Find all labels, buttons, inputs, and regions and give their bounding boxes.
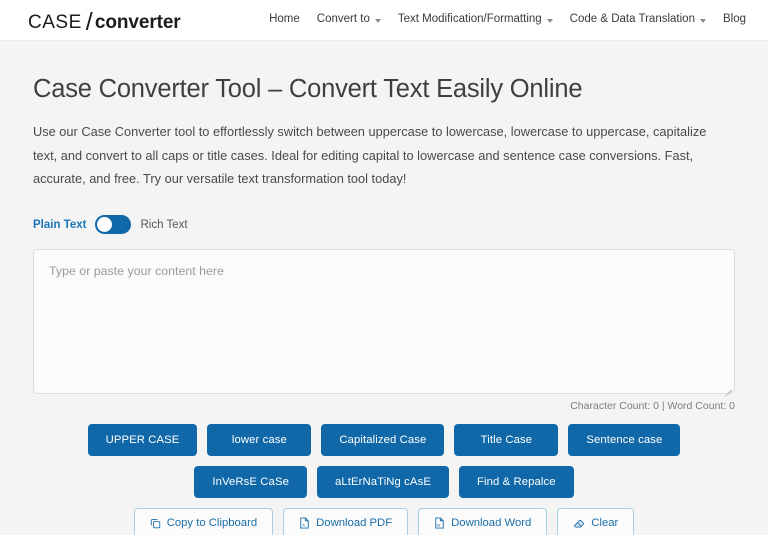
main-content: Case Converter Tool – Convert Text Easil…	[0, 75, 768, 535]
site-logo[interactable]: CASE / converter	[28, 6, 181, 36]
download-word-button[interactable]: W Download Word	[418, 508, 548, 535]
copy-icon	[150, 518, 161, 529]
nav-item-label: Text Modification/Formatting	[397, 13, 542, 26]
alternating-case-button[interactable]: aLtErNaTiNg cAsE	[316, 466, 449, 499]
nav-item-home[interactable]: Home	[269, 14, 300, 26]
clear-button[interactable]: Clear	[557, 508, 635, 535]
toggle-knob	[97, 217, 113, 233]
nav-item-blog[interactable]: Blog	[723, 14, 746, 26]
svg-text:W: W	[437, 523, 441, 527]
title-case-button[interactable]: Title Case	[454, 424, 559, 457]
site-header: CASE / converter Home Convert to Text Mo…	[0, 0, 768, 41]
text-input-area[interactable]	[33, 249, 735, 395]
chevron-down-icon	[699, 19, 706, 23]
toggle-label-plain-text[interactable]: Plain Text	[33, 219, 86, 231]
lower-case-button[interactable]: lower case	[207, 424, 312, 457]
pdf-file-icon: A	[299, 517, 310, 529]
case-buttons-row-2: InVeRsE CaSe aLtErNaTiNg cAsE Find & Rep…	[33, 466, 735, 499]
nav-item-convert-to[interactable]: Convert to	[317, 14, 381, 26]
character-word-counter: Character Count: 0 | Word Count: 0	[570, 400, 735, 413]
word-file-icon: W	[434, 517, 445, 529]
nav-item-label: Home	[269, 13, 300, 26]
chevron-down-icon	[374, 19, 381, 23]
page-description: Use our Case Converter tool to effortles…	[33, 124, 707, 187]
logo-text-case: CASE	[28, 11, 82, 33]
nav-item-label: Convert to	[316, 13, 370, 26]
conversion-buttons: UPPER CASE lower case Capitalized Case T…	[33, 424, 735, 535]
download-pdf-button[interactable]: A Download PDF	[283, 508, 409, 535]
text-mode-toggle-row: Plain Text Rich Text	[33, 215, 735, 235]
button-label: Clear	[591, 517, 619, 530]
main-navigation: Home Convert to Text Modification/Format…	[269, 14, 746, 26]
copy-to-clipboard-button[interactable]: Copy to Clipboard	[133, 508, 274, 535]
page-title: Case Converter Tool – Convert Text Easil…	[33, 75, 583, 103]
button-label: Download Word	[451, 517, 532, 530]
toggle-label-rich-text[interactable]: Rich Text	[140, 219, 187, 231]
logo-text-converter: converter	[94, 11, 181, 33]
logo-slash: /	[85, 7, 93, 36]
nav-item-text-modification-formatting[interactable]: Text Modification/Formatting	[398, 14, 553, 26]
button-label: Download PDF	[316, 517, 393, 530]
nav-item-label: Blog	[722, 13, 746, 26]
nav-item-code-data-translation[interactable]: Code & Data Translation	[570, 14, 706, 26]
find-and-replace-button[interactable]: Find & Repalce	[458, 466, 574, 499]
chevron-down-icon	[546, 19, 553, 23]
eraser-icon	[573, 518, 585, 529]
case-buttons-row-1: UPPER CASE lower case Capitalized Case T…	[33, 424, 735, 457]
sentence-case-button[interactable]: Sentence case	[568, 424, 681, 457]
upper-case-button[interactable]: UPPER CASE	[87, 424, 198, 457]
inverse-case-button[interactable]: InVeRsE CaSe	[194, 466, 307, 499]
editor-wrapper	[33, 249, 735, 397]
capitalized-case-button[interactable]: Capitalized Case	[321, 424, 445, 457]
action-buttons-row: Copy to Clipboard A Download PDF W Downl…	[33, 508, 735, 535]
plain-rich-text-toggle[interactable]	[95, 215, 132, 235]
button-label: Copy to Clipboard	[166, 517, 258, 530]
svg-text:A: A	[302, 523, 305, 527]
nav-item-label: Code & Data Translation	[569, 13, 695, 26]
